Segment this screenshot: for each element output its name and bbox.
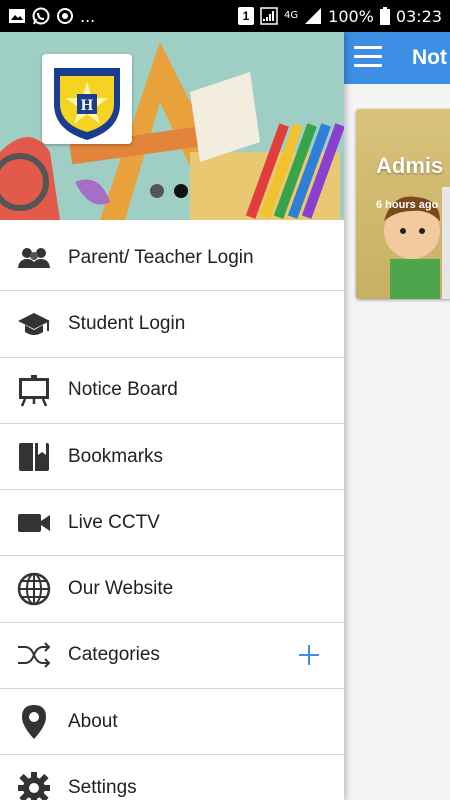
post-title: Admis (376, 153, 444, 178)
school-crest-icon: H (54, 68, 120, 140)
bookmark-icon (16, 439, 52, 475)
menu-item-label: Bookmarks (68, 445, 164, 467)
clock: 03:23 (395, 6, 442, 26)
banner-carousel[interactable]: H (0, 32, 344, 220)
menu-item-live-cctv[interactable]: Live CCTV (0, 490, 344, 557)
post-time: 6 hours ago (376, 199, 439, 211)
notification-badge: 1 (238, 7, 255, 25)
signal-icon (260, 7, 278, 25)
status-bar: ... 1 4G 100% 03:23 (0, 0, 450, 32)
battery-percent: 100% (328, 6, 374, 26)
battery-icon (379, 7, 390, 25)
users-icon (16, 240, 52, 276)
menu-item-label: About (68, 710, 118, 732)
video-camera-icon (16, 505, 52, 541)
app-title: Not (412, 46, 447, 69)
gallery-icon (9, 9, 25, 23)
carousel-dot-active[interactable] (174, 184, 188, 198)
graduation-cap-icon (16, 306, 52, 342)
network-type: 4G (284, 10, 299, 21)
carousel-indicator (150, 184, 188, 198)
more-notifications: ... (80, 6, 96, 26)
menu-item-parent-teacher-login[interactable]: Parent/ Teacher Login (0, 225, 344, 292)
notice-board-icon (16, 372, 52, 408)
menu-item-student-login[interactable]: Student Login (0, 291, 344, 358)
whatsapp-icon (32, 7, 50, 25)
shuffle-icon (16, 637, 52, 673)
svg-text:H: H (81, 97, 94, 114)
status-left: ... (8, 7, 95, 26)
expand-plus-icon[interactable] (298, 644, 320, 666)
menu-item-label: Our Website (68, 578, 174, 600)
carousel-dot[interactable] (150, 184, 164, 198)
location-pin-icon (16, 704, 52, 740)
menu-item-label: Live CCTV (68, 511, 160, 533)
status-right: 1 4G 100% 03:23 (238, 7, 442, 26)
cell-signal-icon (305, 8, 322, 24)
globe-icon (16, 571, 52, 607)
drawer-menu: Parent/ Teacher Login Student Login Noti… (0, 225, 344, 800)
menu-item-categories[interactable]: Categories (0, 623, 344, 690)
gear-icon (16, 770, 52, 800)
school-logo: H (42, 54, 132, 144)
menu-item-label: Categories (68, 644, 160, 666)
hamburger-menu-icon[interactable] (354, 46, 382, 70)
menu-item-label: Settings (68, 777, 137, 799)
menu-item-settings[interactable]: Settings (0, 755, 344, 800)
menu-item-label: Student Login (68, 312, 186, 334)
menu-item-about[interactable]: About (0, 689, 344, 756)
menu-item-notice-board[interactable]: Notice Board (0, 358, 344, 424)
post-card[interactable]: Admis 6 hours ago (356, 109, 450, 299)
menu-item-bookmarks[interactable]: Bookmarks (0, 424, 344, 491)
sync-icon (57, 8, 73, 24)
menu-item-label: Notice Board (68, 379, 178, 401)
menu-item-our-website[interactable]: Our Website (0, 556, 344, 623)
menu-item-label: Parent/ Teacher Login (68, 246, 254, 268)
navigation-drawer: H Parent/ Teacher Login Student Login No… (0, 32, 344, 800)
